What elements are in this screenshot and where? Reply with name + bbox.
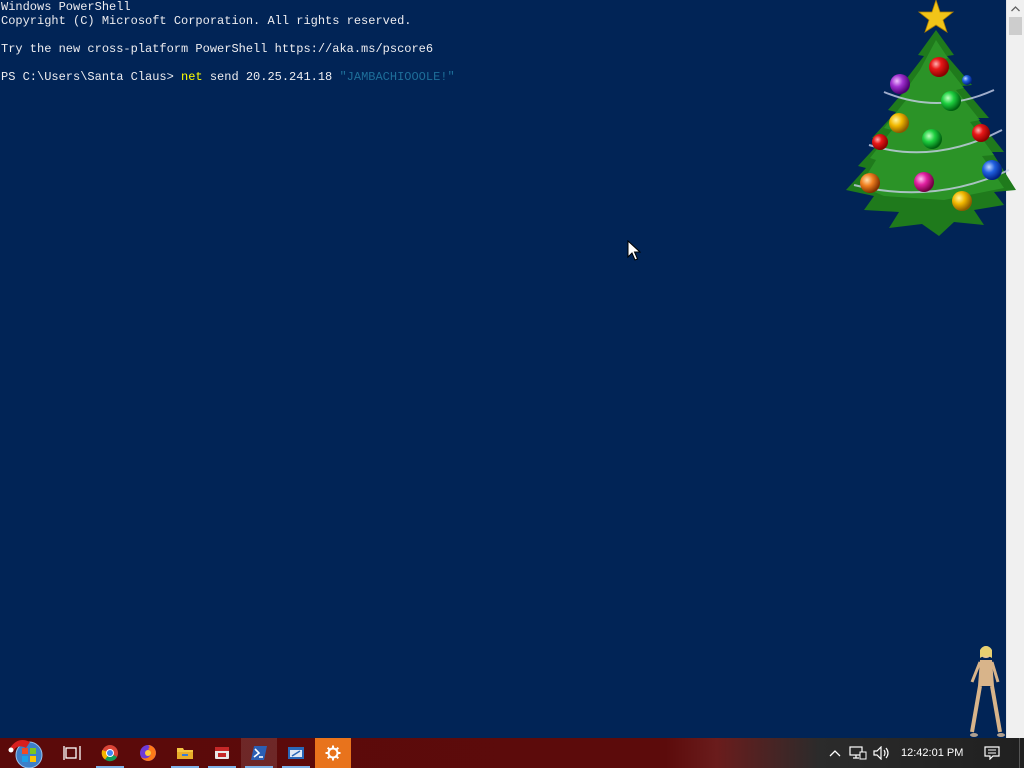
volume-icon	[873, 746, 889, 760]
command-string: "JAMBACHIOOOLE!"	[339, 70, 455, 84]
taskbar: 12:42:01 PM	[0, 738, 1024, 768]
chrome-button[interactable]	[92, 738, 128, 768]
folder-icon	[177, 748, 193, 759]
dancer-figure-decoration	[970, 646, 1005, 737]
mouse-cursor-icon	[627, 240, 641, 261]
prompt-text: PS C:\Users\Santa Claus>	[1, 70, 182, 84]
network-button[interactable]	[848, 738, 868, 768]
windows-orb-icon	[8, 740, 43, 768]
powershell-button[interactable]	[241, 738, 277, 768]
chevron-up-icon	[829, 750, 841, 757]
show-hidden-icons-button[interactable]	[826, 738, 844, 768]
window-app-button[interactable]	[278, 738, 314, 768]
powershell-icon	[251, 746, 267, 760]
start-button[interactable]	[6, 738, 48, 768]
firefox-icon	[140, 745, 156, 761]
show-desktop-button[interactable]	[1019, 738, 1024, 768]
task-view-button[interactable]	[54, 738, 90, 768]
task-view-icon	[63, 746, 81, 760]
chrome-icon	[101, 745, 118, 762]
red-app-button[interactable]	[204, 738, 240, 768]
command-keyword: net	[181, 70, 203, 84]
command-args: send 20.25.241.18	[202, 70, 340, 84]
firefox-button[interactable]	[130, 738, 166, 768]
network-icon	[849, 746, 867, 760]
gear-icon	[325, 745, 341, 761]
settings-button[interactable]	[315, 738, 351, 768]
app-icon	[215, 747, 229, 759]
action-center-button[interactable]	[982, 738, 1002, 768]
volume-button[interactable]	[872, 738, 892, 768]
clock[interactable]: 12:42:01 PM	[901, 738, 963, 768]
file-explorer-button[interactable]	[167, 738, 203, 768]
notification-icon	[984, 746, 1000, 760]
window-app-icon	[288, 747, 304, 759]
christmas-tree-decoration	[846, 0, 1016, 236]
